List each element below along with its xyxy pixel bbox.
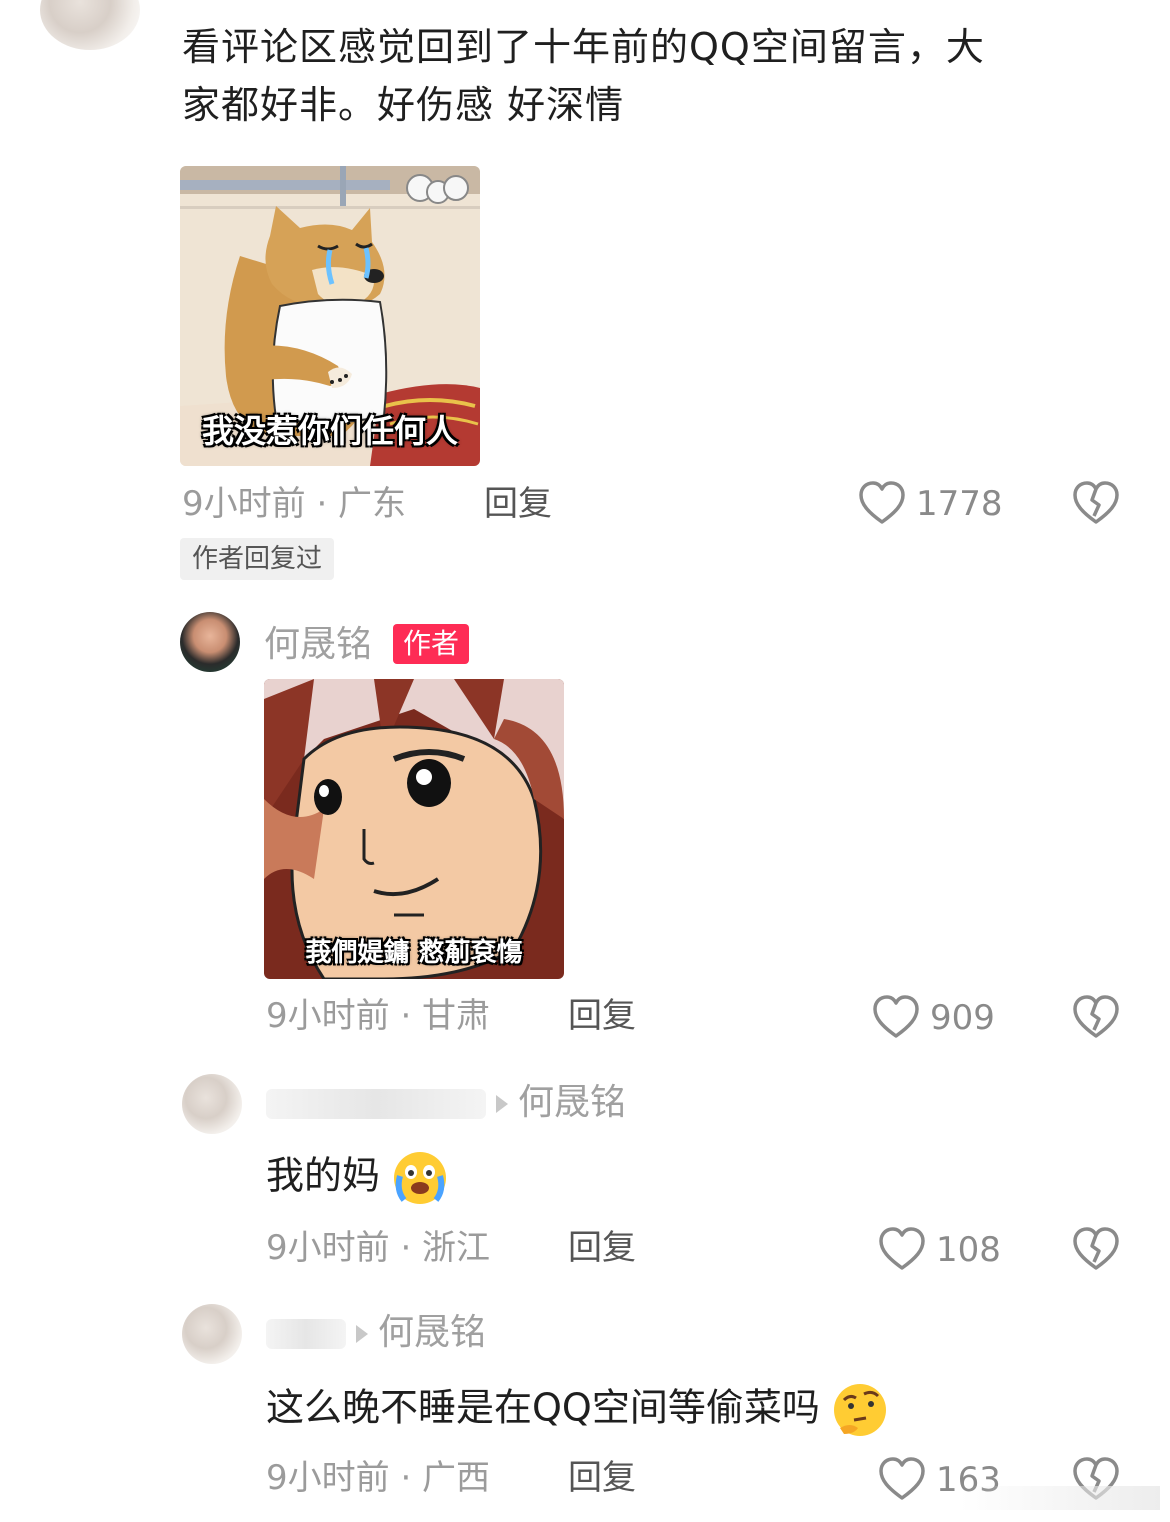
broken-heart-icon[interactable] [1072, 1226, 1120, 1272]
crying-face-emoji-icon [394, 1152, 447, 1204]
author-tag: 作者 [393, 624, 470, 664]
reply-button[interactable]: 回复 [568, 996, 636, 1036]
like-count: 1778 [916, 484, 1003, 524]
comment-meta: 9小时前 · 广东 [182, 484, 407, 524]
commenter-avatar[interactable] [40, 0, 140, 50]
comment-text: 看评论区感觉回到了十年前的QQ空间留言，大 家都好非。好伤感 好深情 [182, 18, 1112, 134]
meme-caption: 我没惹你们任何人 [201, 412, 458, 450]
like-button[interactable]: 108 [878, 1224, 1008, 1274]
watermark [960, 1486, 1160, 1510]
author-replied-tag: 作者回复过 [180, 538, 335, 580]
comment-text-line-1: 看评论区感觉回到了十年前的QQ空间留言，大 [182, 25, 985, 69]
reply-text-content: 这么晚不睡是在QQ空间等偷菜吗 [266, 1385, 820, 1430]
reply-meta: 9小时前 · 广西 [266, 1458, 491, 1498]
broken-heart-icon[interactable] [1072, 994, 1120, 1040]
heart-outline-icon [879, 1227, 925, 1270]
reply-text: 这么晚不睡是在QQ空间等偷菜吗 [266, 1382, 888, 1438]
reply-to-username[interactable]: 何晟铭 [378, 1312, 486, 1353]
comment-meme-image[interactable]: 我没惹你们任何人 [180, 166, 480, 466]
author-username[interactable]: 何晟铭 [264, 624, 372, 666]
blurred-username[interactable] [266, 1319, 346, 1349]
reply-target: 何晟铭 [266, 1312, 486, 1354]
like-count: 108 [936, 1230, 1001, 1270]
meme-caption: 莪們媞鏞 慦葪袞慯 [305, 938, 523, 968]
reply-text-content: 我的妈 [266, 1153, 381, 1198]
reply-arrow-icon [496, 1095, 508, 1113]
author-avatar[interactable] [180, 612, 240, 672]
heart-outline-icon [873, 995, 919, 1038]
like-button[interactable]: 1778 [858, 478, 1008, 528]
reply-arrow-icon [356, 1325, 368, 1343]
replier-avatar[interactable] [182, 1304, 242, 1364]
comment-text-line-2: 家都好非。好伤感 好深情 [182, 83, 625, 127]
replier-avatar[interactable] [182, 1074, 242, 1134]
reply-button[interactable]: 回复 [568, 1228, 636, 1268]
like-button[interactable]: 909 [872, 992, 1012, 1042]
reply-button[interactable]: 回复 [568, 1458, 636, 1498]
reply-text: 我的妈 [266, 1150, 448, 1206]
heart-outline-icon [859, 481, 905, 524]
reply-meta: 9小时前 · 浙江 [266, 1228, 491, 1268]
reply-meta: 9小时前 · 甘肃 [266, 996, 491, 1036]
reply-target: 何晟铭 [266, 1082, 626, 1124]
thinking-face-emoji-icon [833, 1384, 886, 1436]
like-count: 909 [930, 998, 995, 1038]
heart-outline-icon [879, 1457, 925, 1500]
reply-button[interactable]: 回复 [484, 484, 552, 524]
reply-to-username[interactable]: 何晟铭 [518, 1082, 626, 1123]
reply-meme-image[interactable]: 莪們媞鏞 慦葪袞慯 [264, 679, 564, 979]
blurred-username[interactable] [266, 1089, 486, 1119]
broken-heart-icon[interactable] [1072, 480, 1120, 526]
